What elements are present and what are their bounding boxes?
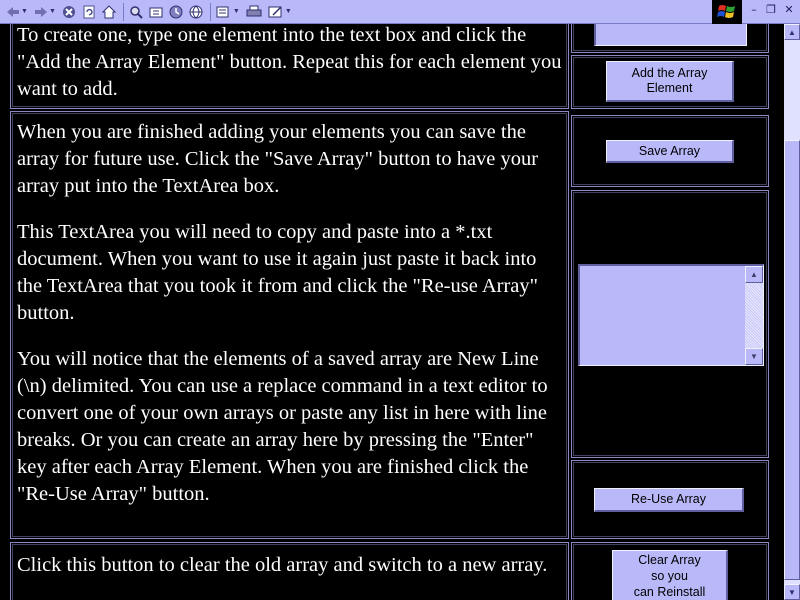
page-scrollbar[interactable]: ▲ ▼ [784,24,800,600]
stop-button[interactable] [60,2,78,22]
restore-icon: ❐ [766,2,776,16]
instruction-cell-save: When you are finished adding your elemen… [10,111,569,539]
home-button[interactable] [100,2,118,22]
windows-flag-icon [717,5,735,18]
favorites-icon [149,7,163,17]
instruction-cell-add: To create one, type one element into the… [10,24,569,109]
globe-button[interactable] [187,2,205,22]
minimize-button[interactable]: – [746,2,762,16]
refresh-icon [83,5,95,18]
instruction-text: To create one, type one element into the… [17,24,562,100]
scroll-down-button[interactable]: ▼ [745,348,763,365]
edit-icon [268,5,282,17]
arrow-up-icon: ▲ [788,27,796,37]
arrow-up-icon: ▲ [750,270,758,279]
stop-icon [62,5,75,18]
clear-array-button[interactable]: Clear Array so you can Reinstall [612,550,728,600]
mail-icon [216,6,229,17]
page-content: To create one, type one element into the… [0,24,784,600]
print-button[interactable] [244,2,264,22]
instruction-text: You will notice that the elements of a s… [17,348,548,505]
favorites-button[interactable] [147,2,165,22]
reuse-array-button[interactable]: Re-Use Array [594,488,744,512]
close-button[interactable]: ✕ [781,2,797,16]
arrow-down-icon: ▼ [750,352,758,361]
scroll-track[interactable] [745,283,763,348]
refresh-button[interactable] [80,2,98,22]
forward-button[interactable]: ▼ [32,2,58,22]
search-icon [130,5,143,19]
back-icon [7,6,19,17]
browser-toolbar: ▼ ▼ ▼ ▼ [0,0,800,24]
home-icon [101,4,116,18]
history-button[interactable] [167,2,185,22]
toolbar-separator [209,2,211,21]
page-scroll-thumb[interactable] [784,140,800,580]
instruction-cell-clear: Click this button to clear the old array… [10,542,569,600]
mail-button[interactable]: ▼ [214,2,242,22]
globe-icon [189,5,203,18]
instruction-text: This TextArea you will need to copy and … [17,221,539,324]
minimize-icon: – [751,2,757,16]
edit-button[interactable]: ▼ [266,2,294,22]
close-icon: ✕ [784,2,794,16]
textarea-scrollbar[interactable]: ▲ ▼ [745,266,763,365]
print-icon [246,5,262,16]
arrow-down-icon: ▼ [788,587,796,597]
array-element-input[interactable] [594,24,747,46]
history-icon [169,5,183,18]
page-scroll-up-button[interactable]: ▲ [784,24,800,40]
instruction-text: Click this button to clear the old array… [17,554,548,576]
page-scroll-down-button[interactable]: ▼ [784,584,800,600]
search-button[interactable] [127,2,145,22]
windows-logo [712,0,742,24]
save-array-button[interactable]: Save Array [606,140,734,163]
forward-icon [34,6,47,17]
scroll-up-button[interactable]: ▲ [745,266,763,283]
restore-button[interactable]: ❐ [763,2,779,16]
back-button[interactable]: ▼ [4,2,30,22]
toolbar-separator [122,2,124,21]
add-array-element-button[interactable]: Add the Array Element [606,61,734,102]
array-textarea[interactable]: ▲ ▼ [578,264,764,366]
instruction-text: When you are finished adding your elemen… [17,121,539,197]
